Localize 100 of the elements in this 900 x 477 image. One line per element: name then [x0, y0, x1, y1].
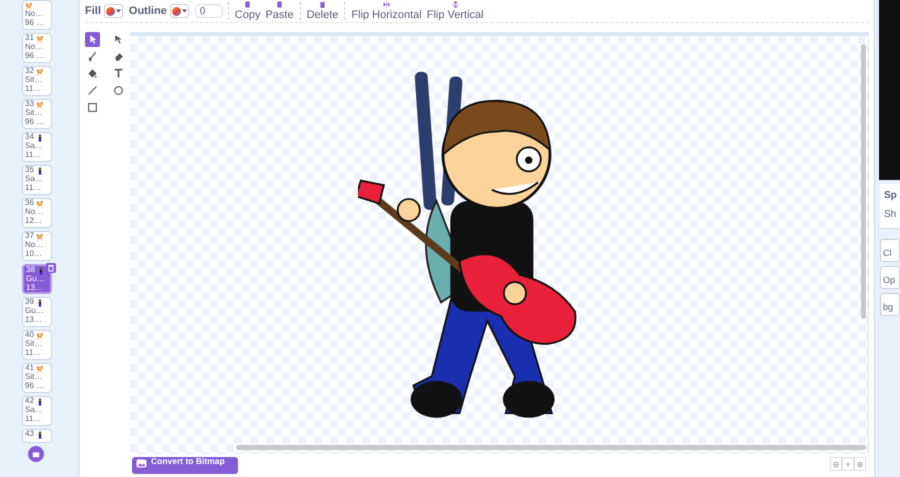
costume-number: 39 — [25, 298, 34, 307]
outline-label: Outline — [128, 5, 167, 17]
costume-item[interactable]: 39 Gu… 13… — [22, 297, 52, 327]
cat-icon — [25, 2, 33, 10]
costume-size: 11… — [25, 150, 42, 159]
sprite-label: Sp — [884, 190, 898, 201]
costume-name: No… — [25, 43, 44, 52]
costume-size: 10… — [25, 250, 42, 258]
cat-icon — [36, 332, 44, 340]
costume-number: 36 — [25, 199, 34, 208]
costume-size: 96 … — [25, 52, 44, 60]
costume-item[interactable]: 37 No… 10… — [22, 231, 52, 261]
cat-icon — [36, 200, 44, 208]
rect-tool[interactable] — [85, 100, 100, 115]
costume-size: 96 … — [25, 118, 44, 126]
zoom-in-icon — [857, 460, 863, 468]
brush-icon — [87, 51, 98, 62]
sprite-tile[interactable]: Op — [880, 266, 900, 289]
costume-item[interactable]: 31 No… 96 … — [22, 33, 52, 63]
rect-icon — [87, 102, 98, 113]
costume-number: 32 — [25, 67, 34, 76]
costume-item[interactable]: 41 Sit… 96 … — [22, 363, 52, 393]
costume-name: Gu… — [26, 275, 45, 284]
drawing-canvas[interactable] — [130, 32, 869, 454]
costume-size: 11… — [25, 348, 42, 357]
caret-icon — [182, 9, 187, 13]
costume-number: 40 — [25, 331, 34, 340]
costume-item[interactable]: 42 Sa… 11… — [22, 396, 52, 426]
costume-number: 34 — [25, 133, 34, 142]
costume-number: 31 — [25, 34, 34, 43]
trash-icon — [319, 1, 326, 8]
costume-name: Sit… — [25, 109, 42, 118]
costume-size: 11… — [25, 184, 42, 192]
toolbar-button[interactable]: Flip Vertical — [426, 1, 485, 21]
equals-icon — [845, 460, 851, 468]
costume-name: Sa… — [25, 406, 43, 414]
circle-icon — [113, 85, 124, 96]
costume-item[interactable]: 36 No… 12… — [22, 198, 52, 228]
costume-item[interactable]: No… 96 … — [22, 0, 52, 30]
costume-name: Sit… — [25, 340, 42, 348]
delete-icon[interactable] — [46, 263, 56, 273]
costume-size: 12… — [25, 216, 42, 225]
horizontal-scrollbar[interactable] — [236, 445, 866, 450]
sprite-tile[interactable]: bg — [880, 293, 900, 316]
add-costume-button[interactable] — [28, 446, 44, 462]
outline-width-field[interactable]: 0 — [194, 4, 223, 18]
document-icon — [244, 1, 252, 8]
costume-item[interactable]: 43 — [22, 429, 52, 443]
costume-number: 38 — [26, 266, 35, 275]
costume-size: 11… — [25, 414, 42, 423]
sprite-tile[interactable]: Cl — [880, 239, 900, 262]
toolbar-button[interactable]: Delete — [306, 1, 340, 21]
toolbar-button[interactable]: Flip Horizontal — [350, 1, 423, 21]
costume-item[interactable]: 34 Sa… 11… — [22, 132, 52, 162]
vertical-scrollbar[interactable] — [861, 44, 866, 319]
costume-number: 43 — [25, 430, 34, 439]
cat-icon — [36, 68, 44, 76]
costume-item[interactable]: 40 Sit… 11… — [22, 330, 52, 360]
costume-size: 11… — [25, 84, 42, 93]
zoom-in-button[interactable] — [854, 457, 866, 471]
costume-item[interactable]: 33 Sit… 96 … — [22, 99, 52, 129]
select-tool[interactable] — [85, 32, 100, 47]
cat-icon — [36, 364, 44, 372]
costume-name: Sa… — [25, 175, 43, 184]
reshape-icon — [113, 34, 124, 45]
fill-color-picker[interactable] — [104, 4, 123, 18]
outline-color-picker[interactable] — [170, 4, 189, 18]
costume-name: No… — [25, 208, 44, 216]
costume-number: 35 — [25, 166, 34, 175]
show-label: Sh — [884, 209, 898, 220]
costume-name: No… — [25, 241, 44, 250]
costume-number: 33 — [25, 100, 34, 109]
costume-size: 96 … — [25, 382, 44, 390]
costume-number: 41 — [25, 364, 34, 373]
costume-name: Sa… — [25, 142, 43, 150]
text-icon — [113, 68, 124, 79]
fill-icon — [87, 68, 98, 79]
cat-icon — [36, 232, 44, 240]
image-icon — [136, 459, 147, 468]
cat-icon — [36, 100, 44, 108]
cat-icon — [36, 34, 44, 42]
costume-size: 13… — [25, 316, 42, 324]
toolbar-button[interactable]: Paste — [264, 1, 295, 21]
circle-tool[interactable] — [111, 83, 126, 98]
costume-name: Sit… — [25, 76, 42, 84]
costume-item[interactable]: 35 Sa… 11… — [22, 165, 52, 195]
eraser-icon — [113, 51, 124, 62]
flip-icon — [383, 1, 390, 8]
convert-to-bitmap-button[interactable]: Convert to Bitmap — [132, 457, 238, 474]
costume-size: 13… — [26, 284, 43, 292]
costume-size: 96 … — [25, 18, 44, 27]
zoom-out-button[interactable] — [830, 457, 842, 471]
costume-name: Gu… — [25, 307, 44, 316]
line-icon — [87, 85, 98, 96]
costume-number: 42 — [25, 397, 34, 406]
caret-icon — [116, 9, 121, 13]
toolbar-button[interactable]: Copy — [234, 1, 262, 21]
costume-name: Sit… — [25, 373, 42, 382]
costume-number: 37 — [25, 232, 34, 241]
costume-item[interactable]: 32 Sit… 11… — [22, 66, 52, 96]
